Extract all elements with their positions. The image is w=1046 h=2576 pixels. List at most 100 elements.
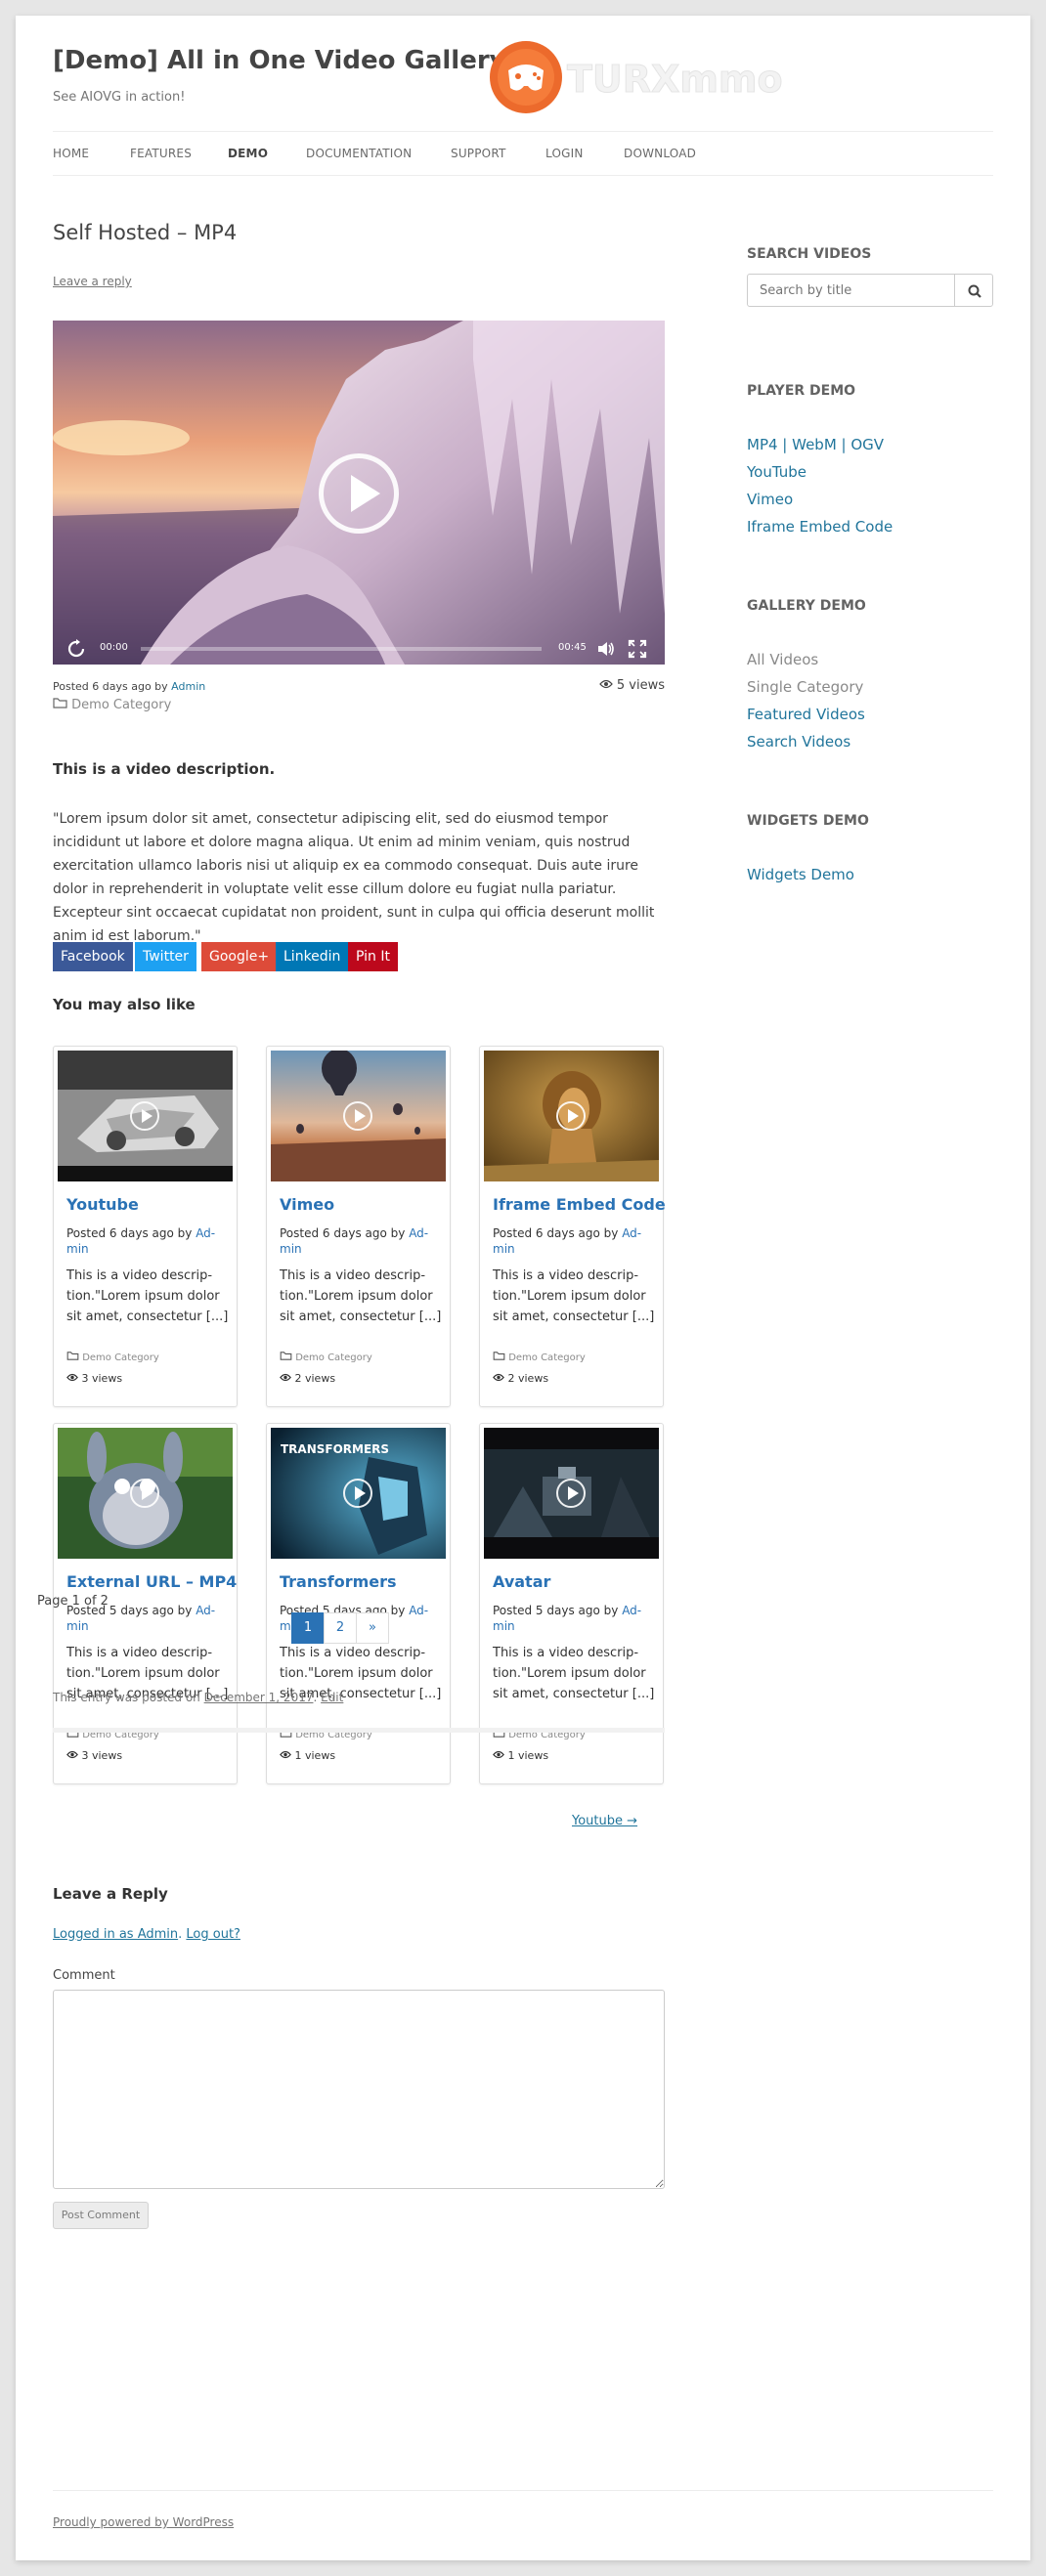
sidebar-link-all-videos[interactable]: All Videos [747,651,818,668]
eye-icon [598,679,613,689]
page-2-button[interactable]: 2 [324,1612,357,1644]
next-post-link[interactable]: Youtube → [572,1814,637,1828]
video-player[interactable]: 00:00 00:45 [53,321,665,665]
post-meta: Posted 6 days ago by Admin [53,680,205,693]
card-views: 1 views [280,1749,335,1762]
video-thumbnail[interactable]: TRANSFORMERS [271,1428,446,1559]
logo-text: TURXmmo [567,58,783,101]
post-category: Demo Category [53,698,171,712]
player-demo-title: PLAYER DEMO [747,383,856,399]
share-linkedin-button[interactable]: Linkedin [276,942,349,971]
sidebar-link-youtube[interactable]: YouTube [747,463,806,481]
eye-icon [280,1750,291,1759]
logged-in-note: Logged in as Admin. Log out? [53,1927,240,1942]
video-thumbnail[interactable] [484,1051,659,1181]
duration: 00:45 [558,642,587,653]
main-navigation: HOME FEATURES DEMO DOCUMENTATION SUPPORT… [53,131,993,176]
logout-link[interactable]: Log out? [186,1927,240,1942]
nav-item-home[interactable]: HOME [53,147,89,160]
reply-title: Leave a Reply [53,1885,168,1903]
author-link[interactable]: Admin [171,680,205,693]
sidebar-link-single-category[interactable]: Single Category [747,678,863,696]
share-pinit-button[interactable]: Pin It [348,942,398,971]
video-card[interactable]: Iframe Embed Code Posted 6 days ago by A… [479,1046,666,1407]
card-title[interactable]: Iframe Embed Code [493,1195,666,1214]
nav-item-documentation[interactable]: DOCUMENTATION [306,147,412,160]
sidebar-link-featured-videos[interactable]: Featured Videos [747,706,865,723]
post-comment-button[interactable]: Post Comment [53,2202,149,2229]
volume-icon[interactable] [596,639,616,659]
site-title[interactable]: [Demo] All in One Video Gallery [53,46,506,75]
card-description: This is a video descrip-tion."Lorem ipsu… [493,1268,655,1324]
fullscreen-icon[interactable] [628,639,647,659]
nav-item-download[interactable]: DOWNLOAD [624,147,696,160]
site-logo: TURXmmo [487,37,800,117]
video-thumbnail[interactable] [484,1428,659,1559]
nav-item-demo[interactable]: DEMO [228,147,268,160]
comment-textarea[interactable] [53,1990,665,2189]
share-googleplus-button[interactable]: Google+ [201,942,278,971]
card-title[interactable]: Vimeo [280,1195,334,1214]
divider [53,1728,665,1733]
eye-icon [280,1373,291,1382]
card-views-text: 2 views [507,1372,549,1385]
nav-item-support[interactable]: SUPPORT [451,147,506,160]
nav-item-features[interactable]: FEATURES [130,147,192,160]
sidebar-link-vimeo[interactable]: Vimeo [747,491,793,508]
description-text: "Lorem ipsum dolor sit amet, consectetur… [53,811,655,944]
post-title: Self Hosted – MP4 [53,221,238,244]
card-category: Demo Category [493,1352,586,1363]
sidebar-link-mp4[interactable]: MP4 | WebM | OGV [747,436,884,453]
site-tagline: See AIOVG in action! [53,90,186,105]
card-category-link[interactable]: Demo Category [508,1352,586,1363]
leave-reply-link[interactable]: Leave a reply [53,275,132,288]
video-thumbnail[interactable] [58,1428,233,1559]
next-page-button[interactable]: » [356,1612,389,1644]
card-description: This is a video descrip-tion."Lorem ipsu… [280,1268,442,1324]
video-thumbnail[interactable] [58,1051,233,1181]
search-button[interactable] [954,274,993,307]
search-icon [968,284,981,298]
card-posted: Posted 6 days ago by [493,1226,619,1240]
sidebar-link-widgets-demo[interactable]: Widgets Demo [747,866,854,883]
card-title[interactable]: Transformers [280,1572,397,1591]
eye-icon [66,1373,78,1382]
card-meta: Posted 6 days ago by Ad-min [493,1225,657,1257]
card-title[interactable]: Avatar [493,1572,550,1591]
card-views: 3 views [66,1372,122,1385]
sidebar-link-search-videos[interactable]: Search Videos [747,733,850,751]
footer-credit-link[interactable]: Proudly powered by WordPress [53,2515,234,2529]
eye-icon [493,1373,504,1382]
card-category: Demo Category [280,1352,372,1363]
play-button[interactable] [319,453,399,534]
search-input[interactable] [747,274,955,307]
card-meta: Posted 6 days ago by Ad-min [280,1225,444,1257]
page-1-button[interactable]: 1 [291,1612,325,1644]
video-card[interactable]: Vimeo Posted 6 days ago by Ad-min This i… [266,1046,451,1407]
share-facebook-button[interactable]: Facebook [53,942,133,971]
video-card[interactable]: Youtube Posted 6 days ago by Ad-min This… [53,1046,238,1407]
card-title[interactable]: Youtube [66,1195,139,1214]
video-thumbnail[interactable] [271,1051,446,1181]
card-title[interactable]: External URL – MP4 [66,1572,237,1591]
progress-bar[interactable] [141,647,542,651]
card-category-link[interactable]: Demo Category [295,1352,372,1363]
share-twitter-button[interactable]: Twitter [135,942,196,971]
nav-item-login[interactable]: LOGIN [545,147,584,160]
thumbnail-play-icon [343,1479,372,1508]
category-link[interactable]: Demo Category [71,698,171,712]
post-meta-text: Posted 6 days ago by [53,680,168,693]
card-category-link[interactable]: Demo Category [82,1352,159,1363]
card-description: This is a video descrip-tion."Lorem ipsu… [493,1646,655,1701]
logged-in-link[interactable]: Logged in as Admin [53,1927,178,1942]
sidebar-link-iframe[interactable]: Iframe Embed Code [747,518,893,536]
description-title: This is a video description. [53,760,276,778]
card-views-text: 3 views [81,1372,123,1385]
replay-icon[interactable] [66,639,86,659]
card-posted: Posted 5 days ago by [493,1604,619,1617]
page-container: [Demo] All in One Video Gallery See AIOV… [16,16,1030,2560]
card-views-text: 2 views [294,1372,336,1385]
card-meta: Posted 5 days ago by Ad-min [493,1603,657,1634]
edit-link[interactable]: Edit [321,1691,343,1704]
entry-date-link[interactable]: December 1, 2017 [204,1691,314,1704]
